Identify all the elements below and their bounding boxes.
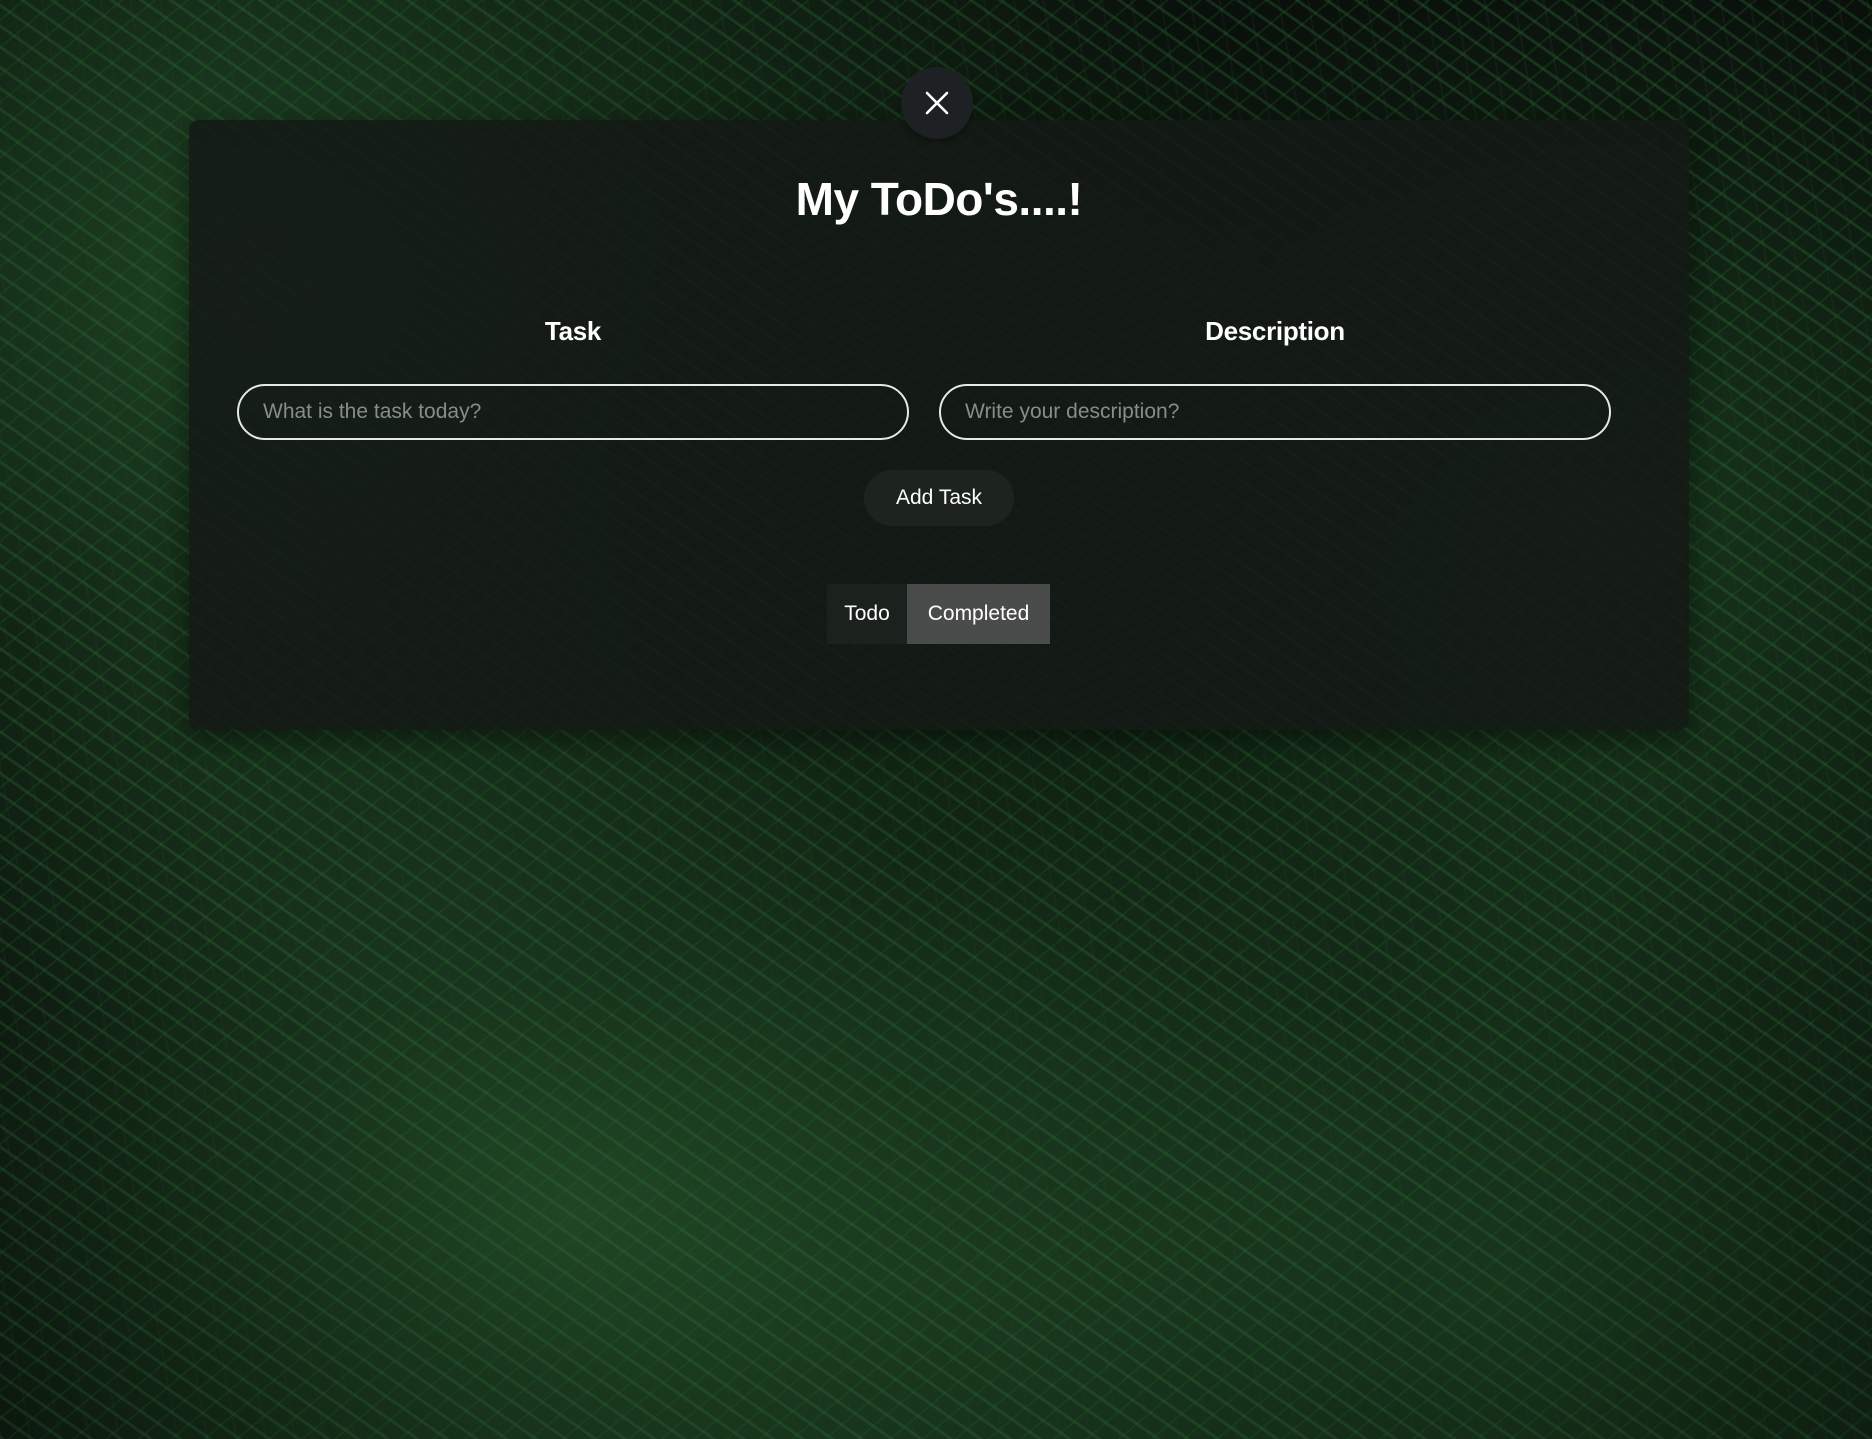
task-input[interactable] — [237, 384, 909, 440]
close-button[interactable] — [901, 67, 973, 139]
add-task-button[interactable]: Add Task — [864, 470, 1014, 526]
page-title: My ToDo's....! — [795, 173, 1083, 225]
todo-card: My ToDo's....! Task Description Add Task… — [189, 120, 1689, 730]
tab-todo[interactable]: Todo — [827, 584, 907, 644]
tab-completed[interactable]: Completed — [907, 584, 1050, 644]
description-input[interactable] — [939, 384, 1611, 440]
tab-group: Todo Completed — [827, 584, 1050, 644]
description-label: Description — [1205, 316, 1345, 346]
close-icon — [924, 90, 950, 116]
task-label: Task — [544, 316, 602, 346]
